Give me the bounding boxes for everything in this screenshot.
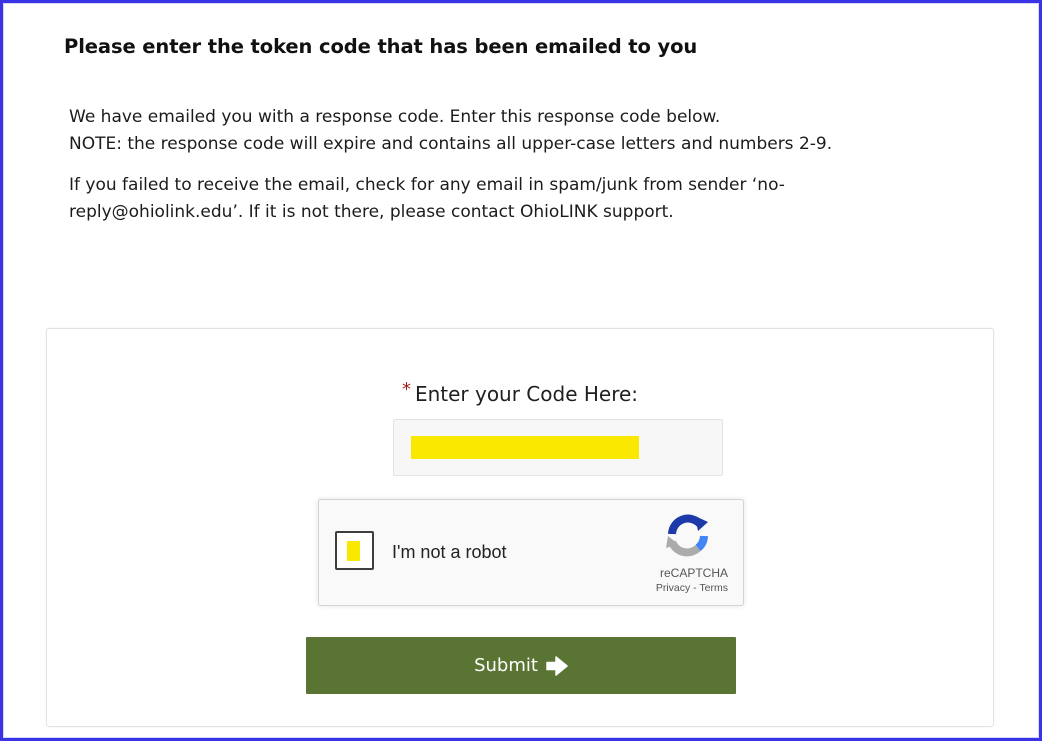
instructions-paragraph-1: We have emailed you with a response code… <box>69 104 929 158</box>
code-form-card: * Enter your Code Here: I'm not a robot r… <box>46 328 994 727</box>
instructions-line: If you failed to receive the email, chec… <box>69 175 785 195</box>
instructions: We have emailed you with a response code… <box>69 104 929 226</box>
redaction-mark <box>347 541 360 561</box>
recaptcha-logo-icon <box>666 514 708 557</box>
arrow-right-icon <box>546 655 568 676</box>
submit-button[interactable]: Submit <box>306 637 736 694</box>
submit-label: Submit <box>474 655 538 676</box>
instructions-line: reply@ohiolink.edu’. If it is not there,… <box>69 202 674 222</box>
recaptcha-label: I'm not a robot <box>392 542 507 562</box>
page-frame: Please enter the token code that has bee… <box>0 0 1042 741</box>
recaptcha-links: Privacy - Terms <box>656 582 728 594</box>
required-marker: * <box>401 379 411 400</box>
code-field-label: * Enter your Code Here: <box>47 379 993 406</box>
privacy-link[interactable]: Privacy <box>656 582 690 594</box>
instructions-paragraph-2: If you failed to receive the email, chec… <box>69 172 929 226</box>
checkbox-icon[interactable] <box>335 531 374 570</box>
code-input[interactable] <box>393 419 723 476</box>
instructions-note: NOTE: the response code will expire and … <box>69 134 833 154</box>
code-label-text: Enter your Code Here: <box>414 382 639 406</box>
instructions-line: We have emailed you with a response code… <box>69 107 721 127</box>
terms-link[interactable]: Terms <box>699 582 728 594</box>
recaptcha-widget: I'm not a robot reCAPTCHA Privacy - Term… <box>318 499 744 606</box>
recaptcha-brand: reCAPTCHA <box>659 566 728 580</box>
page-title: Please enter the token code that has bee… <box>64 35 698 58</box>
